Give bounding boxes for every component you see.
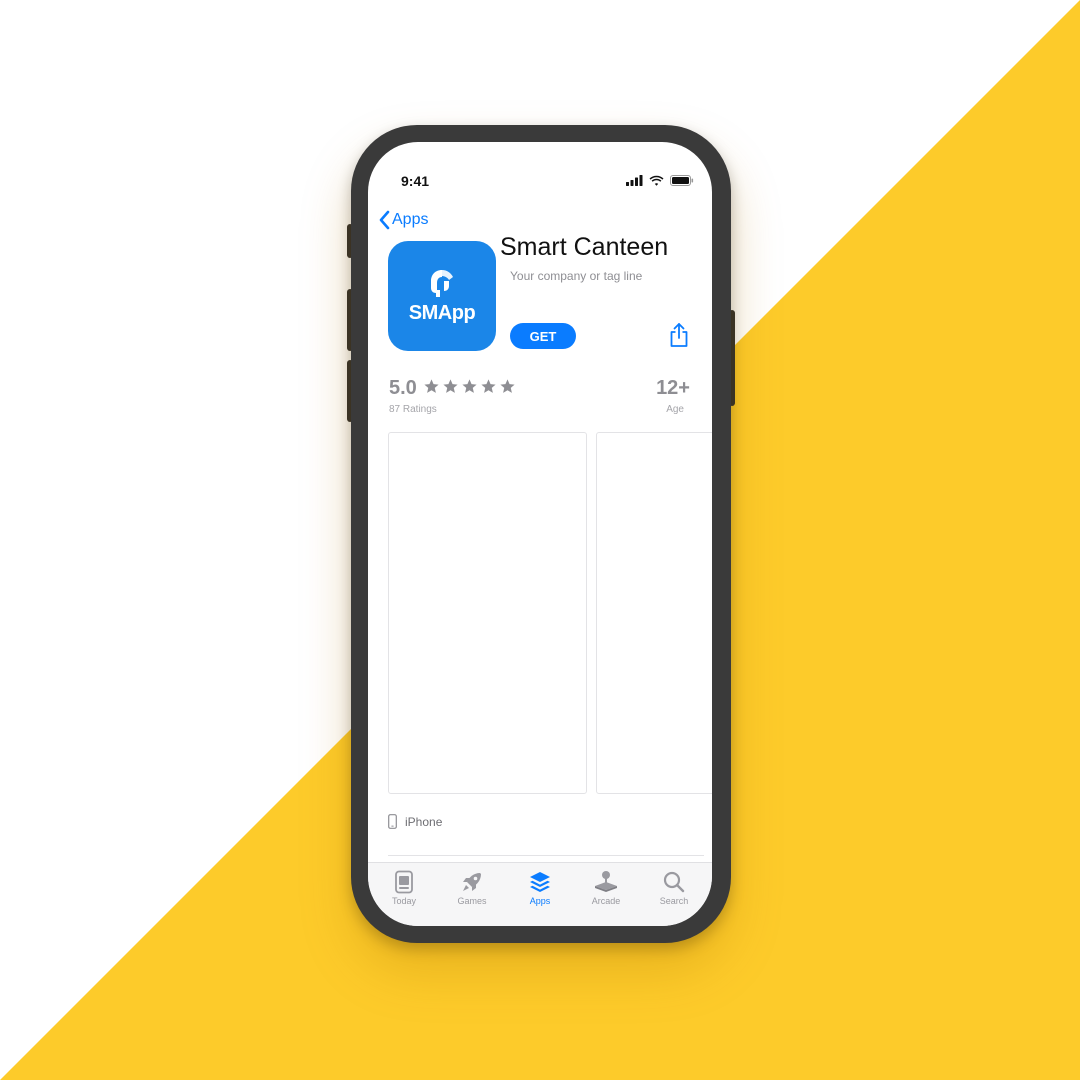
app-icon-label: SMApp (408, 301, 476, 324)
layers-icon (530, 872, 550, 892)
star-icon (481, 379, 496, 393)
status-bar: 9:41 (368, 142, 712, 189)
section-divider (388, 855, 704, 856)
tab-bar: Today Games Apps Arcade Search (368, 862, 712, 926)
star-icon (443, 379, 458, 393)
back-button[interactable]: Apps (378, 210, 428, 230)
star-icon (424, 379, 439, 393)
star-rating (423, 378, 516, 395)
tab-search-label: Search (659, 896, 689, 906)
spartan-helmet-icon (431, 269, 453, 297)
search-icon (663, 871, 685, 893)
age-rating-label: Age (666, 404, 684, 415)
back-label: Apps (392, 211, 429, 228)
today-icon (395, 870, 413, 894)
tab-arcade-label: Arcade (591, 896, 621, 906)
tab-games[interactable]: Games (442, 870, 502, 906)
tab-today-label: Today (391, 896, 417, 906)
rating-value: 5.0 (389, 377, 417, 399)
iphone-icon (388, 814, 397, 829)
tab-search[interactable]: Search (644, 870, 704, 906)
app-title: Smart Canteen (500, 233, 669, 261)
status-time: 9:41 (401, 173, 430, 189)
status-icons (626, 175, 694, 186)
screenshot-preview-2[interactable] (596, 432, 712, 794)
battery-icon (670, 175, 694, 186)
rocket-icon (463, 873, 481, 891)
joystick-icon (595, 871, 617, 892)
device-label: iPhone (405, 814, 443, 829)
chevron-left-icon (379, 210, 390, 230)
app-icon: SMApp (388, 241, 496, 351)
star-icon (462, 379, 477, 393)
device-compatibility: iPhone (388, 814, 442, 829)
phone-screen: 9:41 Apps SMApp Smart Canteen Your compa… (368, 142, 712, 926)
get-button[interactable]: GET (510, 323, 576, 349)
tab-games-label: Games (457, 896, 487, 906)
app-tagline: Your company or tag line (510, 269, 643, 283)
tab-apps[interactable]: Apps (510, 870, 570, 906)
share-icon (670, 323, 688, 347)
tab-apps-label: Apps (529, 896, 551, 906)
screenshot-preview-1[interactable] (388, 432, 587, 794)
tab-arcade[interactable]: Arcade (576, 870, 636, 906)
wifi-icon (649, 175, 664, 186)
share-button[interactable] (668, 322, 690, 353)
ratings-count: 87 Ratings (389, 404, 437, 415)
tab-today[interactable]: Today (374, 870, 434, 906)
signal-icon (626, 175, 643, 186)
age-rating-value: 12+ (656, 377, 690, 399)
star-icon (500, 379, 515, 393)
